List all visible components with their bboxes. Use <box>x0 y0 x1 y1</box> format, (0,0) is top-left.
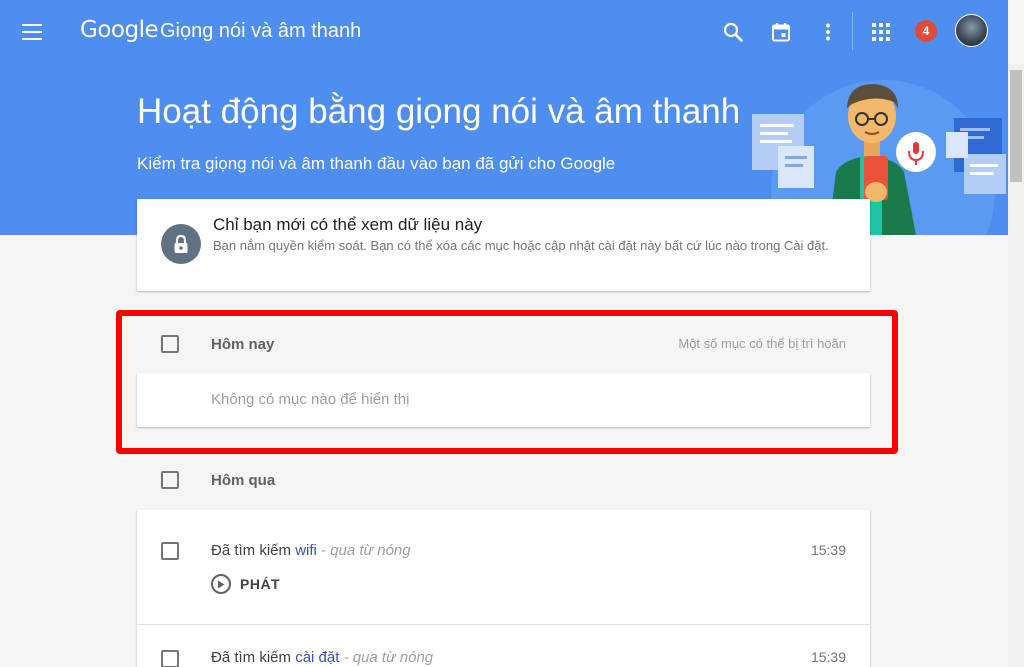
page-subtitle: Kiểm tra giọng nói và âm thanh đầu vào b… <box>137 154 616 173</box>
privacy-card: Chỉ bạn mới có thể xem dữ liệu này Bạn n… <box>137 199 870 291</box>
play-icon <box>211 574 231 594</box>
activity-list-card: Đã tìm kiếm wifi - qua từ nóng 15:39 PHÁ… <box>137 510 870 667</box>
item-checkbox[interactable] <box>161 542 179 560</box>
list-item[interactable]: Đã tìm kiếm wifi - qua từ nóng 15:39 PHÁ… <box>137 510 870 624</box>
item-prefix: Đã tìm kiếm <box>211 649 292 666</box>
privacy-description: Bạn nắm quyền kiểm soát. Bạn có thể xóa … <box>213 238 829 253</box>
item-source: - qua từ nóng <box>321 542 411 559</box>
toolbar-divider <box>852 12 853 50</box>
item-source: - qua từ nóng <box>343 649 434 666</box>
item-description: Đã tìm kiếm wifi - qua từ nóng <box>211 542 411 559</box>
top-app-bar: Google Giọng nói và âm thanh 4 <box>0 0 1008 64</box>
highlight-box <box>116 310 898 454</box>
play-label: PHÁT <box>240 576 281 592</box>
search-term-link[interactable]: cài đặt <box>295 649 339 666</box>
item-checkbox[interactable] <box>161 650 179 667</box>
scrollbar-thumb[interactable] <box>1010 70 1022 182</box>
menu-icon[interactable] <box>22 24 42 40</box>
select-yesterday-checkbox[interactable] <box>161 471 179 489</box>
search-term-link[interactable]: wifi <box>295 542 317 559</box>
apps-icon[interactable] <box>867 18 895 46</box>
calendar-icon[interactable] <box>767 18 795 46</box>
item-time: 15:39 <box>810 542 846 558</box>
section-header-yesterday: Hôm qua <box>137 460 870 500</box>
notification-badge[interactable]: 4 <box>915 20 937 42</box>
lock-icon <box>161 224 201 264</box>
item-description: Đã tìm kiếm cài đặt - qua từ nóng <box>211 649 433 666</box>
app-title: Giọng nói và âm thanh <box>160 20 362 42</box>
page-title: Hoạt động bằng giọng nói và âm thanh <box>137 92 741 131</box>
play-button[interactable]: PHÁT <box>211 574 280 594</box>
search-icon[interactable] <box>719 18 747 46</box>
privacy-title: Chỉ bạn mới có thể xem dữ liệu này <box>213 215 483 234</box>
more-vert-icon[interactable] <box>814 18 842 46</box>
section-label-yesterday: Hôm qua <box>211 472 276 489</box>
item-time: 15:39 <box>810 649 846 665</box>
google-logo[interactable]: Google <box>80 17 159 43</box>
avatar[interactable] <box>955 14 988 47</box>
item-prefix: Đã tìm kiếm <box>211 542 292 559</box>
list-item[interactable]: Đã tìm kiếm cài đặt - qua từ nóng 15:39 <box>137 625 870 667</box>
